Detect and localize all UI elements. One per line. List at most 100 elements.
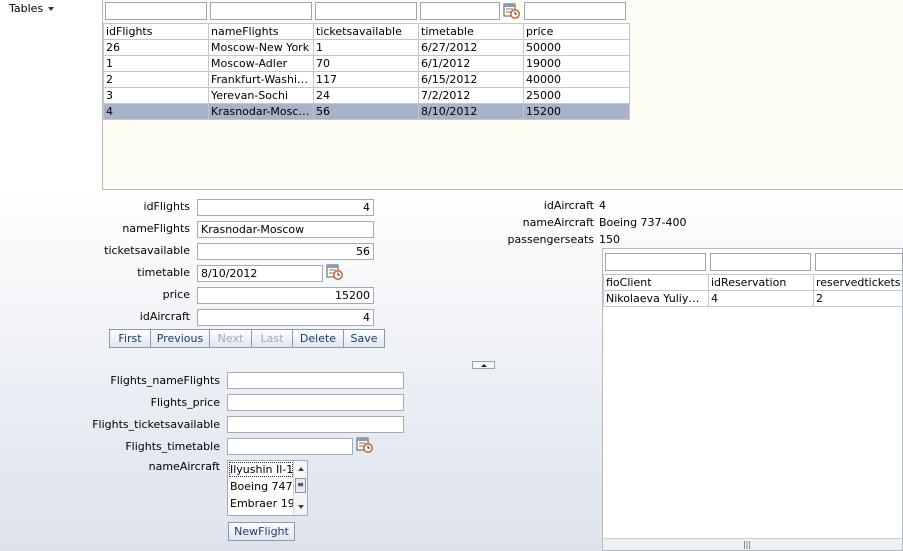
filter-fioclient[interactable] bbox=[605, 253, 706, 271]
cell-ticketsavailable: 1 bbox=[313, 39, 419, 56]
idflights-label: idFlights bbox=[143, 200, 190, 213]
flights-header-row: idFlights nameFlights ticketsavailable t… bbox=[103, 23, 630, 40]
ticketsavailable-field[interactable]: 56 bbox=[197, 243, 374, 260]
table-row[interactable]: 26 Moscow-New York 1 6/27/2012 50000 bbox=[103, 39, 630, 56]
reservations-table-panel: fioClient idReservation reservedtickets … bbox=[602, 248, 903, 551]
cell-nameflights: Moscow-New York bbox=[208, 39, 314, 56]
previous-button[interactable]: Previous bbox=[150, 329, 210, 348]
new-nameflights-field[interactable] bbox=[227, 372, 404, 389]
new-nameaircraft-label: nameAircraft bbox=[148, 460, 220, 473]
chevron-up-icon bbox=[481, 364, 487, 367]
cell-idflights: 3 bbox=[103, 87, 209, 104]
filter-reservedtickets[interactable] bbox=[815, 253, 903, 271]
tables-menu[interactable]: Tables bbox=[9, 2, 55, 15]
column-header[interactable]: fioClient bbox=[603, 274, 709, 291]
record-navigation-bar: First Previous Next Last Delete Save bbox=[109, 329, 385, 348]
flights-table-panel: idFlights nameFlights ticketsavailable t… bbox=[102, 0, 903, 190]
new-timetable-label: Flights_timetable bbox=[125, 440, 220, 453]
flights-grid: idFlights nameFlights ticketsavailable t… bbox=[103, 23, 630, 120]
aircraft-option[interactable]: Embraer 195 bbox=[228, 495, 294, 512]
cell-reservedtickets: 2 bbox=[813, 290, 903, 307]
aircraft-id-value: 4 bbox=[599, 199, 606, 212]
new-flight-button[interactable]: NewFlight bbox=[228, 522, 295, 541]
delete-button[interactable]: Delete bbox=[292, 329, 344, 348]
table-row-selected[interactable]: 4 Krasnodar-Moscow 56 8/10/2012 15200 bbox=[103, 103, 630, 120]
price-field[interactable]: 15200 bbox=[197, 287, 374, 304]
column-header[interactable]: nameFlights bbox=[208, 23, 314, 40]
table-row[interactable]: Nikolaeva Yuliya Al... 4 2 bbox=[603, 290, 903, 307]
cell-price: 15200 bbox=[523, 103, 630, 120]
scroll-down-icon[interactable] bbox=[298, 505, 304, 509]
scroll-up-icon[interactable] bbox=[298, 467, 304, 471]
filter-idreservation[interactable] bbox=[710, 253, 811, 271]
cell-nameflights: Krasnodar-Moscow bbox=[208, 103, 314, 120]
cell-idflights: 4 bbox=[103, 103, 209, 120]
nameflights-field[interactable]: Krasnodar-Moscow bbox=[197, 221, 374, 238]
table-row[interactable]: 3 Yerevan-Sochi 24 7/2/2012 25000 bbox=[103, 87, 630, 104]
cell-timetable: 8/10/2012 bbox=[418, 103, 524, 120]
cell-idflights: 2 bbox=[103, 71, 209, 88]
column-header[interactable]: reservedtickets bbox=[813, 274, 903, 291]
aircraft-name-value: Boeing 737-400 bbox=[599, 216, 687, 229]
last-button[interactable]: Last bbox=[251, 329, 293, 348]
cell-idflights: 1 bbox=[103, 55, 209, 72]
column-header[interactable]: ticketsavailable bbox=[313, 23, 419, 40]
new-ticketsavailable-label: Flights_ticketsavailable bbox=[92, 418, 220, 431]
cell-price: 40000 bbox=[523, 71, 630, 88]
column-header[interactable]: price bbox=[523, 23, 630, 40]
table-row[interactable]: 2 Frankfurt-Washington 117 6/15/2012 400… bbox=[103, 71, 630, 88]
cell-nameflights: Frankfurt-Washington bbox=[208, 71, 314, 88]
aircraft-option[interactable]: Boeing 747-8 bbox=[228, 478, 294, 495]
calendar-clock-icon[interactable] bbox=[326, 263, 343, 280]
cell-ticketsavailable: 24 bbox=[313, 87, 419, 104]
first-button[interactable]: First bbox=[109, 329, 151, 348]
cell-timetable: 6/27/2012 bbox=[418, 39, 524, 56]
aircraft-id-label: idAircraft bbox=[543, 199, 594, 212]
vertical-scrollbar[interactable]: ≡ bbox=[293, 461, 307, 515]
nameflights-label: nameFlights bbox=[122, 222, 190, 235]
new-price-field[interactable] bbox=[227, 394, 404, 411]
column-header[interactable]: idReservation bbox=[708, 274, 814, 291]
table-row[interactable]: 1 Moscow-Adler 70 6/1/2012 19000 bbox=[103, 55, 630, 72]
save-button[interactable]: Save bbox=[343, 329, 385, 348]
calendar-clock-icon[interactable] bbox=[503, 2, 520, 19]
idflights-field[interactable]: 4 bbox=[197, 199, 374, 216]
filter-idflights[interactable] bbox=[105, 2, 207, 20]
filter-price[interactable] bbox=[524, 2, 626, 20]
cell-nameflights: Yerevan-Sochi bbox=[208, 87, 314, 104]
filter-ticketsavailable[interactable] bbox=[315, 2, 417, 20]
passengerseats-value: 150 bbox=[599, 233, 620, 246]
column-header[interactable]: timetable bbox=[418, 23, 524, 40]
ticketsavailable-label: ticketsavailable bbox=[104, 244, 190, 257]
chevron-down-icon bbox=[48, 6, 55, 11]
tables-menu-label: Tables bbox=[9, 2, 44, 15]
cell-ticketsavailable: 70 bbox=[313, 55, 419, 72]
timetable-label: timetable bbox=[137, 266, 190, 279]
cell-timetable: 6/15/2012 bbox=[418, 71, 524, 88]
idaircraft-field[interactable]: 4 bbox=[197, 309, 374, 326]
filter-timetable[interactable] bbox=[420, 2, 500, 20]
next-button[interactable]: Next bbox=[209, 329, 252, 348]
new-timetable-field[interactable] bbox=[227, 438, 353, 455]
cell-idflights: 26 bbox=[103, 39, 209, 56]
reservations-header-row: fioClient idReservation reservedtickets bbox=[603, 274, 903, 291]
cell-price: 19000 bbox=[523, 55, 630, 72]
calendar-clock-icon[interactable] bbox=[356, 436, 373, 453]
cell-price: 25000 bbox=[523, 87, 630, 104]
horizontal-scrollbar[interactable]: ||| bbox=[603, 538, 902, 550]
scrollbar-grip-icon[interactable]: ||| bbox=[733, 541, 761, 549]
cell-nameflights: Moscow-Adler bbox=[208, 55, 314, 72]
scrollbar-thumb[interactable]: ≡ bbox=[295, 478, 306, 493]
idaircraft-label: idAircraft bbox=[139, 310, 190, 323]
panel-collapse-button[interactable] bbox=[472, 361, 495, 369]
reservations-grid: fioClient idReservation reservedtickets … bbox=[603, 274, 903, 307]
timetable-field[interactable]: 8/10/2012 bbox=[197, 265, 323, 282]
cell-timetable: 6/1/2012 bbox=[418, 55, 524, 72]
new-ticketsavailable-field[interactable] bbox=[227, 416, 404, 433]
cell-idreservation: 4 bbox=[708, 290, 814, 307]
cell-ticketsavailable: 56 bbox=[313, 103, 419, 120]
aircraft-option-selected[interactable]: Ilyushin Il-18 bbox=[228, 461, 294, 478]
column-header[interactable]: idFlights bbox=[103, 23, 209, 40]
filter-nameflights[interactable] bbox=[210, 2, 312, 20]
aircraft-listbox[interactable]: Ilyushin Il-18 Boeing 747-8 Embraer 195 … bbox=[227, 460, 308, 516]
